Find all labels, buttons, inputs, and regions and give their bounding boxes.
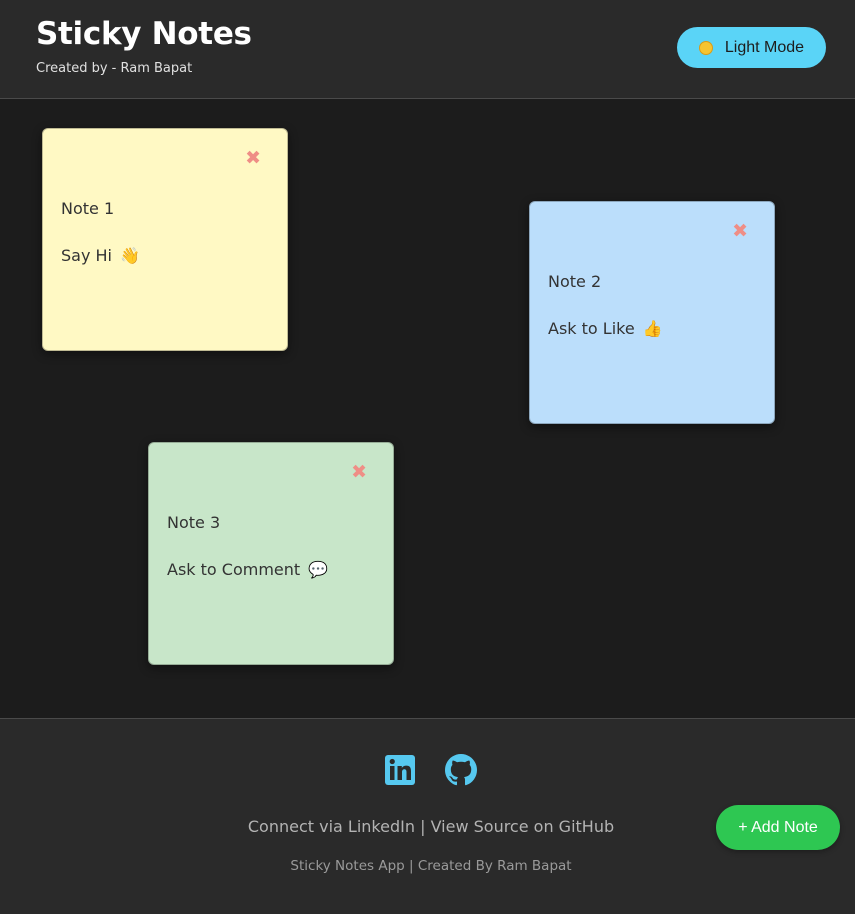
linkedin-link[interactable]: Connect via LinkedIn bbox=[248, 817, 415, 836]
note-body-text: Say Hi bbox=[61, 246, 112, 265]
thumbs-up-icon: 👍 bbox=[642, 319, 663, 338]
sticky-note[interactable]: ✖ Note 3 Ask to Comment 💬 bbox=[148, 442, 394, 665]
sticky-note[interactable]: ✖ Note 2 Ask to Like 👍 bbox=[529, 201, 775, 424]
note-title[interactable]: Note 2 bbox=[548, 272, 601, 291]
close-icon[interactable]: ✖ bbox=[732, 222, 748, 241]
github-icon[interactable] bbox=[445, 754, 477, 786]
note-body[interactable]: Ask to Comment 💬 bbox=[167, 560, 328, 579]
close-icon[interactable]: ✖ bbox=[351, 463, 367, 482]
waving-hand-icon: 👋 bbox=[120, 246, 140, 265]
light-mode-toggle-button[interactable]: Light Mode bbox=[677, 27, 826, 68]
note-body[interactable]: Say Hi 👋 bbox=[61, 246, 140, 265]
linkedin-icon[interactable] bbox=[384, 754, 416, 786]
app-subtitle: Created by - Ram Bapat bbox=[36, 61, 193, 76]
light-mode-label: Light Mode bbox=[724, 38, 805, 56]
note-title[interactable]: Note 3 bbox=[167, 513, 220, 532]
note-body-text: Ask to Comment bbox=[167, 560, 301, 579]
app-header: Sticky Notes Created by - Ram Bapat Ligh… bbox=[0, 0, 855, 99]
speech-bubble-icon: 💬 bbox=[308, 560, 329, 579]
close-icon[interactable]: ✖ bbox=[245, 149, 261, 168]
note-body[interactable]: Ask to Like 👍 bbox=[548, 319, 663, 338]
footer-credits: Sticky Notes App | Created By Ram Bapat bbox=[290, 858, 572, 874]
note-title[interactable]: Note 1 bbox=[61, 199, 114, 218]
note-body-text: Ask to Like bbox=[548, 319, 635, 338]
add-note-button[interactable]: + Add Note bbox=[716, 805, 840, 850]
app-title: Sticky Notes bbox=[36, 16, 252, 52]
link-separator: | bbox=[420, 817, 426, 836]
github-source-link[interactable]: View Source on GitHub bbox=[431, 817, 615, 836]
sun-icon bbox=[698, 40, 713, 55]
sticky-note[interactable]: ✖ Note 1 Say Hi 👋 bbox=[42, 128, 288, 351]
